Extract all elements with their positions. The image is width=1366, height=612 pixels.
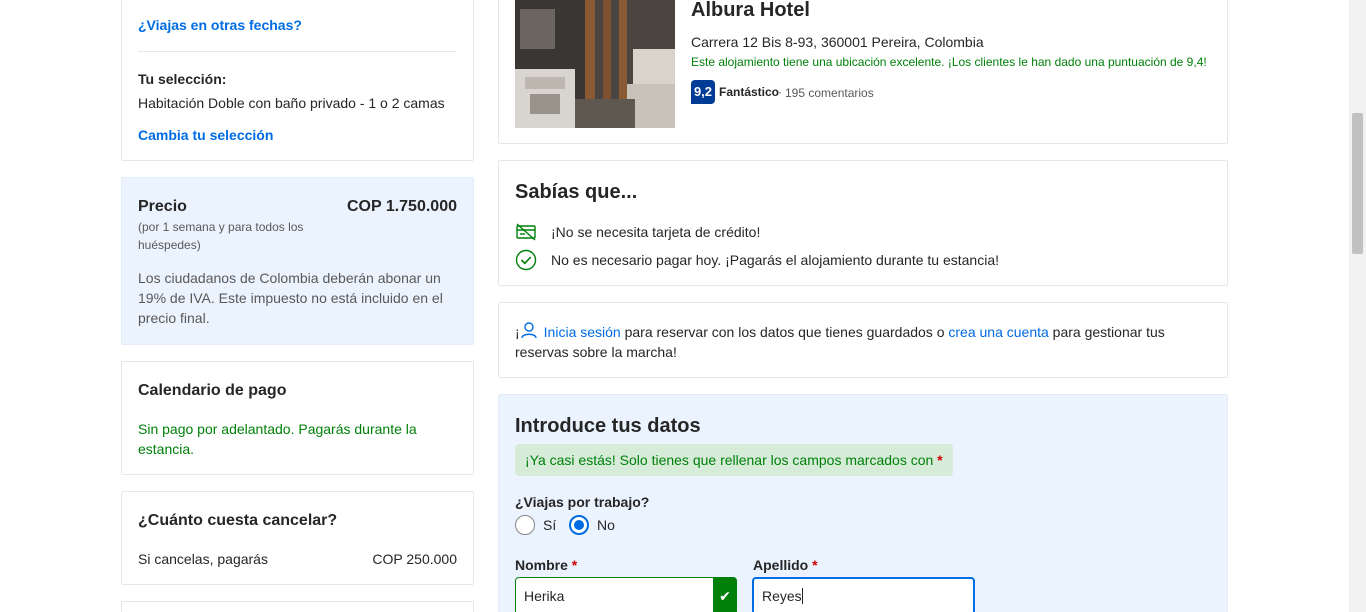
details-title: Introduce tus datos [515,415,701,437]
selected-room: Habitación Doble con baño privado - 1 o … [138,95,445,111]
check-circle-icon [515,249,537,271]
payment-schedule-text: Sin pago por adelantado. Pagarás durante… [138,421,417,457]
tax-note: Los ciudadanos de Colombia deberán abona… [138,270,443,326]
label-text: Nombre [515,557,568,573]
required-star: * [812,557,818,573]
note-text: ¡Ya casi estás! Solo tienes que rellenar… [525,452,934,468]
separator: · [778,85,782,99]
cancellation-panel: ¿Cuánto cuesta cancelar? Si cancelas, pa… [121,491,474,585]
label-text: Apellido [753,557,809,573]
payment-schedule-panel: Calendario de pago Sin pago por adelanta… [121,361,474,475]
review-score-badge: 9,2 [691,80,715,104]
location-note: Este alojamiento tiene una ubicación exc… [691,55,1207,69]
create-account-link[interactable]: crea una cuenta [948,324,1048,340]
cancellation-label: Si cancelas, pagarás [138,551,268,567]
required-fields-note: ¡Ya casi estás! Solo tienes que rellenar… [515,444,953,476]
price-subtitle: (por 1 semana y para todos los huéspedes… [138,220,304,252]
business-travel-no-radio[interactable]: No [569,515,629,537]
valid-check-icon: ✔ [713,577,737,612]
selection-heading: Tu selección: [138,71,227,87]
hotel-summary: Albura Hotel Carrera 12 Bis 8-93, 360001… [498,0,1228,144]
signin-middle-text: para reservar con los datos que tienes g… [620,324,949,340]
last-name-label: Apellido * [753,557,818,573]
scrollbar-thumb[interactable] [1352,113,1363,254]
radio-circle[interactable] [515,515,535,535]
first-name-input[interactable]: Herika ✔ [515,577,737,612]
payment-schedule-title: Calendario de pago [138,382,287,399]
no-credit-card-icon [515,221,537,243]
hotel-photo [515,0,675,128]
selection-panel: ¿Viajas en otras fechas? Tu selección: H… [121,0,474,161]
divider [138,51,457,52]
input-value: Reyes [762,588,802,604]
rating-word: Fantástico [719,85,780,99]
business-travel-question: ¿Viajas por trabajo? [515,494,650,510]
price-panel: Precio COP 1.750.000 (por 1 semana y par… [121,177,474,345]
radio-label: Sí [543,517,557,533]
user-icon [520,321,538,339]
signin-text: ¡ Inicia sesión para reservar con los dat… [515,321,1205,362]
page-scrollbar[interactable] [1349,0,1366,612]
price-value: COP 1.750.000 [346,198,457,215]
change-selection-link[interactable]: Cambia tu selección [138,127,273,143]
business-travel-yes-radio[interactable]: Sí [515,515,565,537]
signin-link[interactable]: Inicia sesión [544,324,621,340]
cancellation-title: ¿Cuánto cuesta cancelar? [138,512,338,529]
last-name-input[interactable]: Reyes [752,577,975,612]
other-dates-link[interactable]: ¿Viajas en otras fechas? [138,17,302,33]
required-star: * [571,557,578,573]
text-caret [801,588,803,604]
did-you-know-panel: Sabías que... ¡No se necesita tarjeta de… [498,160,1228,286]
input-value: Herika [524,588,565,604]
signin-panel: ¡ Inicia sesión para reservar con los dat… [498,302,1228,378]
radio-label: No [597,517,615,533]
hotel-name: Albura Hotel [691,0,810,21]
required-star: * [937,452,943,468]
next-panel [121,601,474,612]
did-you-know-title: Sabías que... [515,181,638,203]
review-count: 195 comentarios [785,86,874,100]
radio-circle-checked[interactable] [569,515,589,535]
info-text: No es necesario pagar hoy. ¡Pagarás el a… [551,252,1000,268]
cancellation-value: COP 250.000 [372,551,457,567]
info-text: ¡No se necesita tarjeta de crédito! [551,224,761,240]
guest-details-form: Introduce tus datos ¡Ya casi estás! Solo… [498,394,1228,612]
price-title: Precio [138,198,187,215]
hotel-address: Carrera 12 Bis 8-93, 360001 Pereira, Col… [691,34,984,50]
first-name-label: Nombre * [515,557,577,573]
